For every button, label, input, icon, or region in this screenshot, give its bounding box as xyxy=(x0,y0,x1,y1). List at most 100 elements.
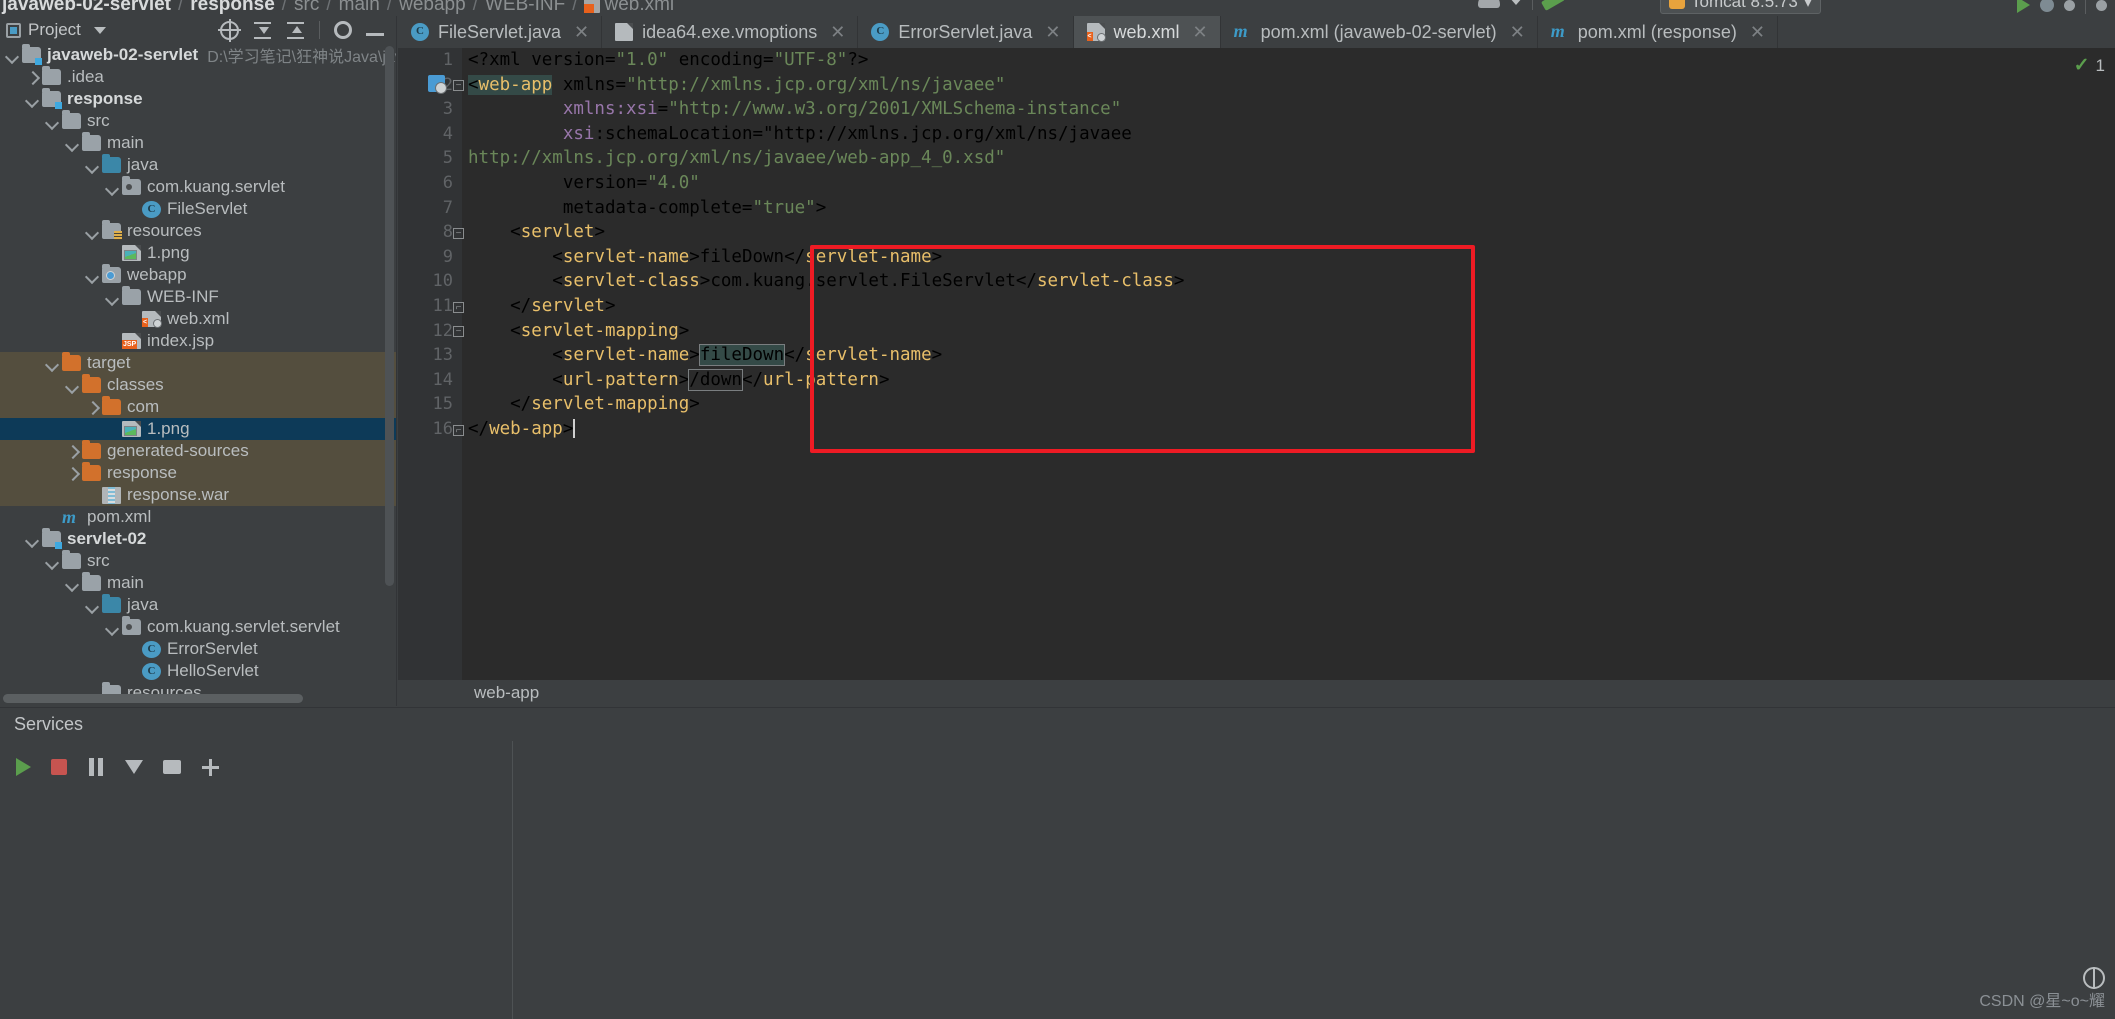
close-icon[interactable]: ✕ xyxy=(1193,22,1208,43)
chevron-down-icon[interactable] xyxy=(44,355,61,372)
chevron-down-icon[interactable] xyxy=(64,135,81,152)
tree-node-helloservlet[interactable]: C HelloServlet xyxy=(0,660,396,682)
editor-tab-idea64.exe.vmoptions[interactable]: idea64.exe.vmoptions ✕ xyxy=(602,16,859,48)
chevron-down-icon[interactable] xyxy=(84,267,101,284)
chevron-down-icon[interactable] xyxy=(84,597,101,614)
tree-node-webapp[interactable]: webapp xyxy=(0,264,396,286)
fold-marker-webapp[interactable]: − xyxy=(453,80,464,91)
code-line[interactable]: <servlet-mapping> xyxy=(468,319,2075,344)
close-icon[interactable]: ✕ xyxy=(574,22,589,43)
tree-node-src[interactable]: src xyxy=(0,550,396,572)
code-line[interactable]: <servlet-name>fileDown</servlet-name> xyxy=(468,245,2075,270)
chevron-down-icon[interactable] xyxy=(104,179,121,196)
code-line[interactable]: </web-app> xyxy=(468,417,2075,442)
tree-node-1.png[interactable]: 1.png xyxy=(0,242,396,264)
close-icon[interactable]: ✕ xyxy=(830,22,845,43)
chevron-down-icon[interactable] xyxy=(24,531,41,548)
tree-node-com.kuang.servlet.servlet[interactable]: com.kuang.servlet.servlet xyxy=(0,616,396,638)
editor-breadcrumb[interactable]: web-app xyxy=(398,680,2115,706)
editor-tab-errorservlet.java[interactable]: C ErrorServlet.java ✕ xyxy=(858,16,1074,48)
code-line[interactable]: http://xmlns.jcp.org/xml/ns/javaee/web-a… xyxy=(468,146,2075,171)
tree-horizontal-scrollbar[interactable] xyxy=(3,694,303,703)
tree-node-web-inf[interactable]: WEB-INF xyxy=(0,286,396,308)
tree-node-resources[interactable]: resources xyxy=(0,220,396,242)
close-icon[interactable]: ✕ xyxy=(1045,22,1060,43)
tree-node-javaweb-02-servlet[interactable]: javaweb-02-servlet D:\学习笔记\狂神说Java\javawe… xyxy=(0,44,396,66)
run-button[interactable] xyxy=(16,758,31,776)
coverage-icon[interactable] xyxy=(2064,0,2075,11)
chevron-right-icon[interactable] xyxy=(84,399,101,416)
breadcrumb-item-module[interactable]: response xyxy=(190,0,274,16)
chevron-down-icon[interactable] xyxy=(104,619,121,636)
code-line[interactable]: <servlet-name>fileDown</servlet-name> xyxy=(468,343,2075,368)
fold-marker-servlet[interactable]: − xyxy=(453,228,464,239)
close-icon[interactable]: ✕ xyxy=(1510,22,1525,43)
chevron-down-icon[interactable] xyxy=(44,553,61,570)
project-title-button[interactable]: Project xyxy=(6,20,106,40)
code-line[interactable]: </servlet-mapping> xyxy=(468,392,2075,417)
run-icon[interactable] xyxy=(2017,0,2030,13)
services-tool-window-header[interactable]: Services xyxy=(0,707,2115,741)
tree-node-com[interactable]: com xyxy=(0,396,396,418)
tree-node-response[interactable]: response xyxy=(0,88,396,110)
tree-node-web.xml[interactable]: < web.xml xyxy=(0,308,396,330)
expand-all-icon[interactable] xyxy=(253,21,272,40)
pause-button[interactable] xyxy=(87,758,105,776)
tree-node-1.png[interactable]: 1.png xyxy=(0,418,396,440)
chevron-down-icon[interactable] xyxy=(24,91,41,108)
collapse-all-icon[interactable] xyxy=(286,21,305,40)
debug-icon[interactable] xyxy=(2040,0,2054,12)
tree-node-src[interactable]: src xyxy=(0,110,396,132)
chevron-down-icon[interactable] xyxy=(44,113,61,130)
breadcrumb-item-webinf[interactable]: WEB-INF xyxy=(485,0,565,16)
cloud-icon[interactable] xyxy=(1478,0,1500,8)
code-line[interactable]: </servlet> xyxy=(468,294,2075,319)
tree-node-main[interactable]: main xyxy=(0,572,396,594)
code-line[interactable]: <url-pattern>/down</url-pattern> xyxy=(468,368,2075,393)
settings-gear-icon[interactable] xyxy=(334,21,352,39)
chevron-down-icon[interactable] xyxy=(84,223,101,240)
editor-tab-pom.xmljavaweb02servlet[interactable]: m pom.xml (javaweb-02-servlet) ✕ xyxy=(1220,16,1538,48)
stop-button[interactable] xyxy=(51,759,67,775)
chevron-down-icon[interactable] xyxy=(93,26,106,34)
tree-node-pom.xml[interactable]: m pom.xml xyxy=(0,506,396,528)
tree-node-com.kuang.servlet[interactable]: com.kuang.servlet xyxy=(0,176,396,198)
code-line[interactable]: <?xml version="1.0" encoding="UTF-8"?> xyxy=(468,48,2075,73)
tree-node-classes[interactable]: classes xyxy=(0,374,396,396)
code-text[interactable]: <?xml version="1.0" encoding="UTF-8"?> <w… xyxy=(468,48,2075,680)
code-line[interactable]: version="4.0" xyxy=(468,171,2075,196)
run-configuration-selector[interactable]: Tomcat 8.5.73 ▾ xyxy=(1660,0,1822,14)
tree-node-main[interactable]: main xyxy=(0,132,396,154)
code-line[interactable]: xsi:schemaLocation="http://xmlns.jcp.org… xyxy=(468,122,2075,147)
tree-node-target[interactable]: target xyxy=(0,352,396,374)
locate-icon[interactable] xyxy=(220,20,239,40)
breadcrumb-item-webapp[interactable]: webapp xyxy=(399,0,466,16)
xml-mapping-icon[interactable] xyxy=(428,75,447,94)
breadcrumb-item-project[interactable]: javaweb-02-servlet xyxy=(2,0,171,16)
chevron-down-icon[interactable] xyxy=(84,157,101,174)
fold-marker-servlet-mapping-end[interactable]: ⌐ xyxy=(453,425,464,436)
inspection-widget[interactable]: ✓ 1 xyxy=(2074,54,2105,77)
tree-node-generated-sources[interactable]: generated-sources xyxy=(0,440,396,462)
add-button[interactable] xyxy=(201,758,219,776)
tree-node-java[interactable]: java xyxy=(0,154,396,176)
breadcrumb-item-src[interactable]: src xyxy=(294,0,319,16)
fold-marker-servlet-end[interactable]: ⌐ xyxy=(453,302,464,313)
tree-node-.idea[interactable]: .idea xyxy=(0,66,396,88)
tree-node-errorservlet[interactable]: C ErrorServlet xyxy=(0,638,396,660)
code-line[interactable]: <web-app xmlns="http://xmlns.jcp.org/xml… xyxy=(468,73,2075,98)
print-button[interactable] xyxy=(163,760,181,774)
chevron-down-icon[interactable] xyxy=(4,47,21,64)
tree-node-index.jsp[interactable]: JSP index.jsp xyxy=(0,330,396,352)
project-tree[interactable]: javaweb-02-servlet D:\学习笔记\狂神说Java\javawe… xyxy=(0,44,396,706)
breadcrumb-item-main[interactable]: main xyxy=(339,0,380,16)
chevron-right-icon[interactable] xyxy=(64,443,81,460)
code-line[interactable]: <servlet-class>com.kuang.servlet.FileSer… xyxy=(468,269,2075,294)
build-hammer-icon[interactable] xyxy=(1540,0,1566,11)
tree-node-response.war[interactable]: response.war xyxy=(0,484,396,506)
breadcrumb-item-webxml[interactable]: web.xml xyxy=(604,0,674,16)
editor-tab-fileservlet.java[interactable]: C FileServlet.java ✕ xyxy=(398,16,603,48)
code-line[interactable]: <servlet> xyxy=(468,220,2075,245)
editor-tab-web.xml[interactable]: < web.xml ✕ xyxy=(1073,16,1221,48)
chevron-down-icon[interactable] xyxy=(104,289,121,306)
